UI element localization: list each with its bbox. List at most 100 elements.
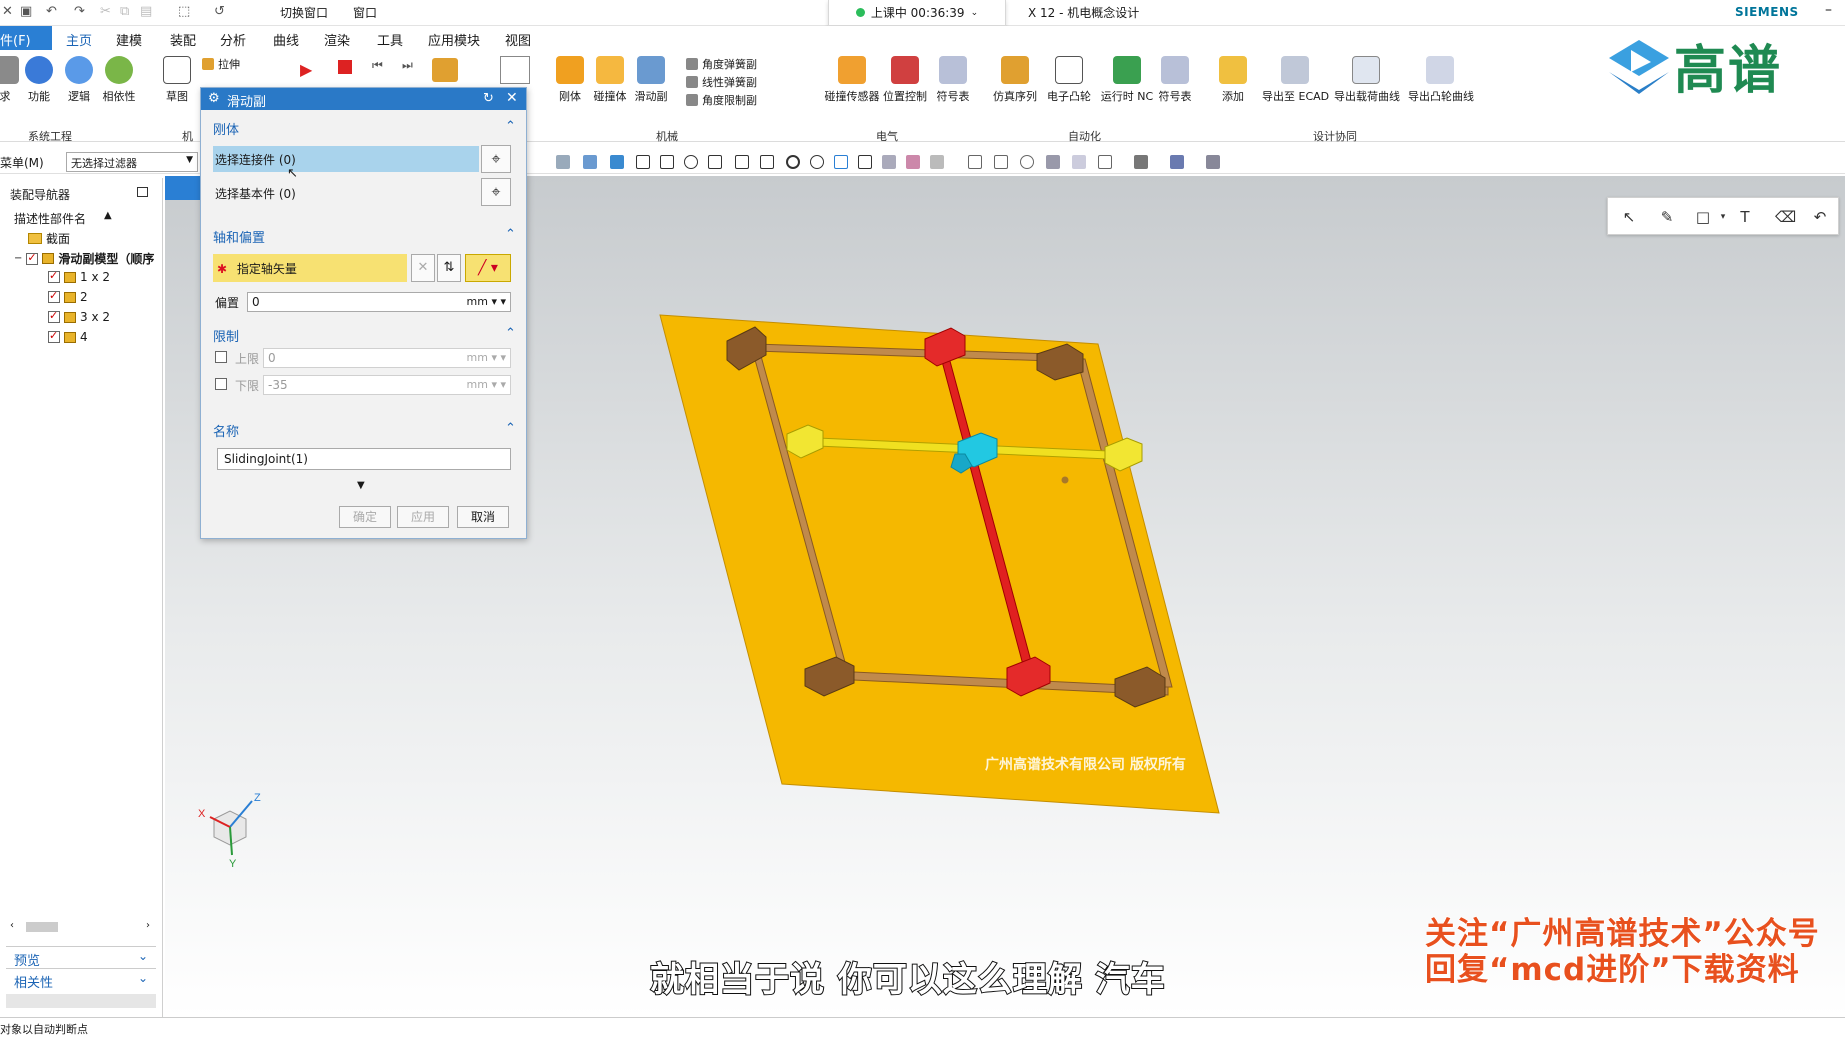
section-rigid-body[interactable]: 刚体 [213, 119, 239, 138]
visibility-checkbox[interactable] [48, 269, 60, 283]
orient-icon[interactable] [1098, 155, 1112, 169]
tab-view[interactable]: 视图 [505, 30, 531, 49]
paste-icon[interactable]: ▤ [140, 4, 152, 19]
scroll-thumb[interactable] [26, 922, 58, 932]
reverse-direction-button[interactable]: ✕ [411, 254, 435, 282]
select-connector-row[interactable]: 选择连接件 (0) [213, 146, 479, 172]
axis-icon[interactable] [760, 155, 774, 169]
tab-modeling[interactable]: 建模 [116, 30, 142, 49]
vector-dialog-button[interactable]: ⇅ [437, 254, 461, 282]
more-options-icon[interactable]: ▼ [357, 480, 365, 491]
zoom-icon[interactable] [994, 155, 1008, 169]
grid-snap-icon[interactable] [610, 155, 624, 169]
dialog-title-bar[interactable]: ⚙ 滑动副 ↻ ✕ [201, 88, 526, 110]
add-button[interactable]: 添加 [1210, 52, 1256, 104]
relevance-panel-toggle[interactable]: 相关性 ⌄ [6, 968, 156, 991]
snap-icon[interactable] [556, 155, 570, 169]
repeat-icon[interactable]: ↺ [214, 4, 225, 19]
upper-unit-select[interactable]: mm ▾ ▾ [467, 351, 506, 364]
layer-icon[interactable] [906, 155, 920, 169]
eraser-icon[interactable]: ⌫ [1775, 208, 1796, 226]
menu-button[interactable]: 菜单(M) [0, 154, 44, 171]
sketch-button[interactable]: 草图 [154, 52, 200, 104]
section-name[interactable]: 名称 [213, 421, 239, 440]
selection-filter-select[interactable]: 无选择过滤器 ▼ [66, 152, 198, 172]
export-load-curve-button[interactable]: 导出载荷曲线 [1334, 52, 1400, 104]
position-control-button[interactable]: 位置控制 [880, 52, 930, 104]
export-ecad-button[interactable]: 导出至 ECAD [1262, 52, 1329, 104]
lower-limit-input[interactable]: -35 mm ▾ ▾ [263, 375, 511, 395]
horizontal-scrollbar[interactable]: ‹ › [10, 920, 150, 934]
view-icon[interactable] [930, 155, 944, 169]
e-cam-button[interactable]: 电子凸轮 [1044, 52, 1094, 104]
apply-button[interactable]: 应用 [397, 506, 449, 528]
save-icon[interactable]: ▣ [20, 4, 32, 19]
edge-icon[interactable] [660, 155, 674, 169]
section-axis-offset[interactable]: 轴和偏置 [213, 227, 265, 246]
horizontal-scrollbar-2[interactable] [6, 994, 156, 1008]
export-cam-curve-button[interactable]: 导出凸轮曲线 [1408, 52, 1474, 104]
tree-item-part-3[interactable]: 3 x 2 [48, 309, 110, 324]
pan-icon[interactable] [1046, 155, 1060, 169]
tab-render[interactable]: 渲染 [324, 30, 350, 49]
upper-limit-checkbox[interactable] [215, 351, 227, 363]
specify-vector-field[interactable]: ✱ 指定轴矢量 [213, 254, 407, 282]
linear-spring-button[interactable]: 线性弹簧副 [686, 74, 757, 90]
tab-curve[interactable]: 曲线 [273, 30, 299, 49]
visibility-checkbox[interactable] [48, 289, 60, 303]
pointer-icon[interactable]: ↖ [1620, 208, 1638, 226]
undo-icon[interactable]: ↶ [46, 4, 57, 19]
symbol-table-2-button[interactable]: 符号表 [1152, 52, 1198, 104]
view-triad[interactable]: Z X Y [198, 792, 261, 870]
tab-applications[interactable]: 应用模块 [428, 30, 480, 49]
class-timer[interactable]: 上课中 00:36:39 ⌄ [828, 0, 1006, 26]
select-base-button[interactable]: ⌖ [481, 178, 511, 206]
ok-button[interactable]: 确定 [339, 506, 391, 528]
preview-panel-toggle[interactable]: 预览 ⌄ [6, 946, 156, 969]
reference-point[interactable] [1061, 476, 1069, 484]
spline-icon[interactable] [735, 155, 749, 169]
visibility-checkbox[interactable] [26, 251, 39, 265]
extrude-button[interactable]: 拉伸 [202, 56, 240, 72]
close-icon[interactable]: ✕ [506, 90, 518, 106]
upper-limit-input[interactable]: 0 mm ▾ ▾ [263, 348, 511, 368]
angular-limit-button[interactable]: 角度限制副 [686, 92, 757, 108]
cancel-button[interactable]: 取消 [457, 506, 509, 528]
select-icon[interactable]: ⬚ [178, 4, 190, 19]
quadrant-point-icon[interactable] [810, 155, 824, 169]
tree-item-part-1[interactable]: 1 x 2 [48, 269, 110, 284]
select-connector-button[interactable]: ⌖ [481, 145, 511, 173]
visibility-checkbox[interactable] [48, 309, 60, 323]
collapse-icon[interactable]: − [14, 253, 22, 264]
curve-icon[interactable] [708, 155, 722, 169]
minimize-button[interactable]: – [1825, 2, 1832, 18]
perspective-icon[interactable] [1072, 155, 1086, 169]
rotate-icon[interactable] [1020, 155, 1034, 169]
existing-point-icon[interactable] [858, 155, 872, 169]
collapse-icon[interactable]: ⌃ [505, 326, 516, 341]
rewind-icon[interactable]: ⏮ [372, 58, 383, 73]
dependency-button[interactable]: 相依性 [96, 52, 142, 104]
display-icon[interactable] [1170, 155, 1184, 169]
tree-item-part-2[interactable]: 2 [48, 289, 88, 304]
collision-sensor-button[interactable]: 碰撞传感器 [824, 52, 880, 104]
sort-up-icon[interactable]: ▲ [104, 210, 112, 221]
tree-item-part-4[interactable]: 4 [48, 329, 88, 344]
sim-sequence-button[interactable]: 仿真序列 [990, 52, 1040, 104]
switch-window-button[interactable]: 切换窗口 [280, 4, 328, 21]
section-limits[interactable]: 限制 [213, 326, 239, 345]
scroll-right-icon[interactable]: › [146, 920, 150, 931]
offset-unit-select[interactable]: mm ▾ ▾ [467, 295, 506, 308]
collapse-icon[interactable]: ⌃ [505, 119, 516, 134]
tab-assembly[interactable]: 装配 [170, 30, 196, 49]
sliding-joint-button[interactable]: 滑动副 [628, 52, 674, 104]
window-menu-button[interactable]: 窗口 [353, 4, 377, 21]
maximize-icon[interactable] [137, 187, 148, 197]
part-icon[interactable] [432, 58, 458, 82]
undo-icon[interactable]: ↶ [1811, 208, 1829, 226]
offset-input[interactable]: 0 mm ▾ ▾ [247, 292, 511, 312]
tab-tools[interactable]: 工具 [377, 30, 403, 49]
visibility-checkbox[interactable] [48, 329, 60, 343]
file-menu[interactable]: 件(F) [0, 26, 52, 50]
stop-icon[interactable] [338, 60, 352, 74]
